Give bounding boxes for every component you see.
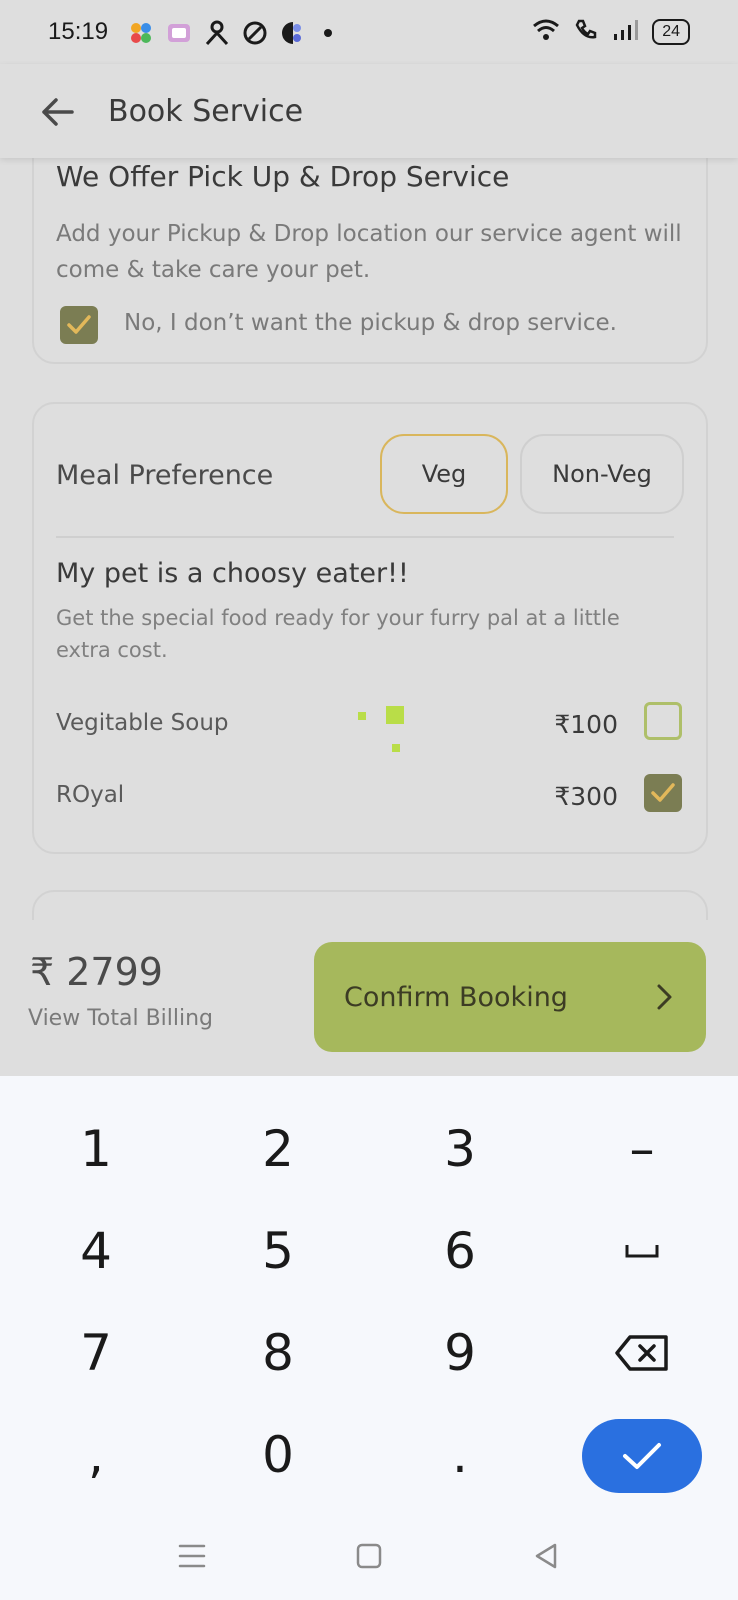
done-check-icon[interactable] (582, 1419, 702, 1493)
app-flower-icon (128, 20, 154, 46)
pickup-card-description: Add your Pickup & Drop location our serv… (56, 221, 682, 283)
page-title: Book Service (108, 94, 304, 129)
video-player-icon (166, 20, 192, 46)
key-5[interactable]: 5 (218, 1206, 338, 1296)
key-2[interactable]: 2 (218, 1104, 338, 1194)
key-comma[interactable]: , (36, 1410, 156, 1500)
key-9[interactable]: 9 (400, 1308, 520, 1398)
booking-form[interactable]: We Offer Pick Up & Drop Service Add your… (0, 158, 738, 920)
loading-spinner-icon (356, 704, 406, 754)
app-bar: Book Service (0, 64, 738, 158)
meal-preference-label: Meal Preference (56, 460, 274, 491)
home-square-icon[interactable] (351, 1538, 387, 1574)
no-pickup-checkbox[interactable] (60, 306, 98, 344)
menu-icon[interactable] (174, 1538, 210, 1574)
food-item-checkbox[interactable] (644, 774, 682, 812)
pickup-card-title: We Offer Pick Up & Drop Service (56, 160, 510, 193)
chevron-right-icon (650, 980, 678, 1014)
notification-dot-icon (324, 29, 332, 37)
backspace-icon[interactable] (582, 1308, 702, 1398)
wifi-icon (532, 18, 560, 46)
pickup-drop-card: We Offer Pick Up & Drop Service Add your… (32, 158, 708, 364)
key-period[interactable]: . (400, 1410, 520, 1500)
nonveg-option-button[interactable]: Non-Veg (520, 434, 684, 514)
food-item-checkbox[interactable] (644, 702, 682, 740)
confirm-booking-button[interactable]: Confirm Booking (314, 942, 706, 1052)
key-6[interactable]: 6 (400, 1206, 520, 1296)
choosy-eater-title: My pet is a choosy eater!! (56, 558, 409, 589)
key-4[interactable]: 4 (36, 1206, 156, 1296)
view-total-billing-link[interactable]: View Total Billing (28, 1006, 213, 1031)
key-7[interactable]: 7 (36, 1308, 156, 1398)
food-item-name: ROyal (56, 782, 125, 808)
call-icon (574, 18, 598, 46)
status-time: 15:19 (48, 18, 109, 45)
veg-option-button[interactable]: Veg (380, 434, 508, 514)
total-price: ₹ 2799 (30, 950, 163, 994)
space-key-icon[interactable] (582, 1206, 702, 1296)
back-triangle-icon[interactable] (528, 1538, 564, 1574)
meal-preference-card: Meal Preference Veg Non-Veg My pet is a … (32, 402, 708, 854)
next-card (32, 890, 708, 920)
key-dash[interactable]: – (582, 1104, 702, 1194)
food-item-price: ₹300 (554, 782, 618, 811)
circle-app-icon (280, 20, 306, 46)
key-3[interactable]: 3 (400, 1104, 520, 1194)
key-0[interactable]: 0 (218, 1410, 338, 1500)
status-bar: 15:19 24 (0, 0, 738, 64)
food-item-price: ₹100 (554, 710, 618, 739)
numeric-keyboard: 1 2 3 – 4 5 6 7 8 9 , 0 . (0, 1076, 738, 1516)
arrow-left-icon[interactable] (38, 92, 78, 132)
key-1[interactable]: 1 (36, 1104, 156, 1194)
no-pickup-label: No, I don’t want the pickup & drop servi… (124, 310, 617, 336)
person-app-icon (204, 20, 230, 46)
battery-icon: 24 (652, 19, 690, 45)
divider (56, 536, 674, 538)
booking-bar: ₹ 2799 View Total Billing Confirm Bookin… (0, 920, 738, 1076)
confirm-booking-label: Confirm Booking (344, 981, 568, 1013)
system-nav-bar (0, 1516, 738, 1600)
signal-icon (612, 19, 639, 45)
compass-app-icon (242, 20, 268, 46)
choosy-eater-description: Get the special food ready for your furr… (56, 606, 620, 662)
food-item-name: Vegitable Soup (56, 710, 229, 736)
key-8[interactable]: 8 (218, 1308, 338, 1398)
